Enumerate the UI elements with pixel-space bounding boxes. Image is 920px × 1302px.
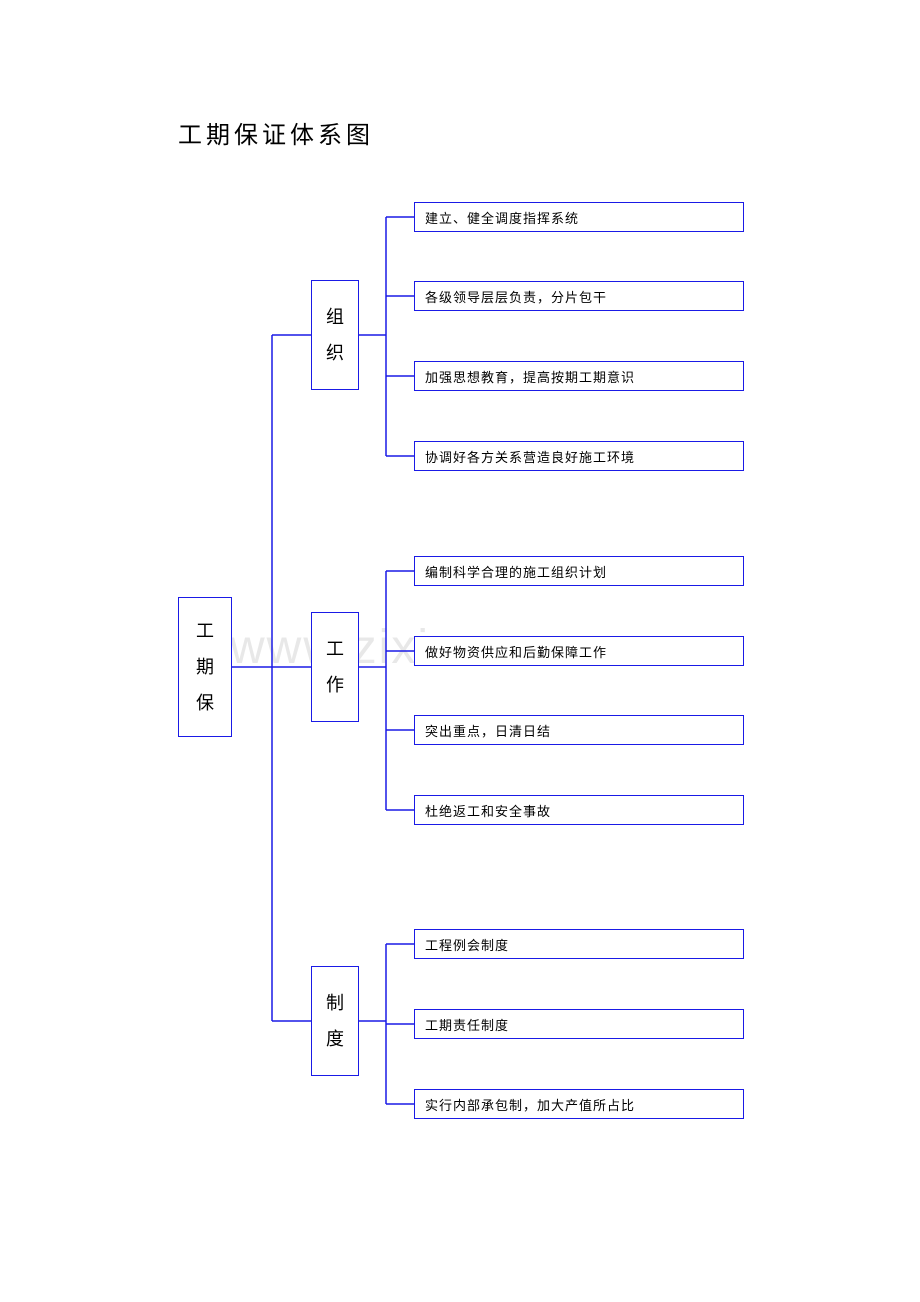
root-l1: 工 — [196, 613, 214, 649]
root-l3: 保 — [196, 685, 214, 721]
group-work-l2: 作 — [326, 667, 344, 703]
group-org-l2: 织 — [326, 335, 344, 371]
sys-item-1: 工期责任制度 — [414, 1009, 744, 1039]
group-work-l1: 工 — [326, 631, 344, 667]
org-item-2: 加强思想教育，提高按期工期意识 — [414, 361, 744, 391]
sys-item-2: 实行内部承包制，加大产值所占比 — [414, 1089, 744, 1119]
work-item-3: 杜绝返工和安全事故 — [414, 795, 744, 825]
root-node: 工 期 保 — [178, 597, 232, 737]
group-work: 工 作 — [311, 612, 359, 722]
org-item-1: 各级领导层层负责，分片包干 — [414, 281, 744, 311]
work-item-1: 做好物资供应和后勤保障工作 — [414, 636, 744, 666]
group-system: 制 度 — [311, 966, 359, 1076]
group-org-l1: 组 — [326, 299, 344, 335]
group-org: 组 织 — [311, 280, 359, 390]
sys-item-0: 工程例会制度 — [414, 929, 744, 959]
org-item-0: 建立、健全调度指挥系统 — [414, 202, 744, 232]
group-system-l2: 度 — [326, 1021, 344, 1057]
org-item-3: 协调好各方关系营造良好施工环境 — [414, 441, 744, 471]
work-item-0: 编制科学合理的施工组织计划 — [414, 556, 744, 586]
group-system-l1: 制 — [326, 985, 344, 1021]
root-l2: 期 — [196, 649, 214, 685]
work-item-2: 突出重点，日清日结 — [414, 715, 744, 745]
